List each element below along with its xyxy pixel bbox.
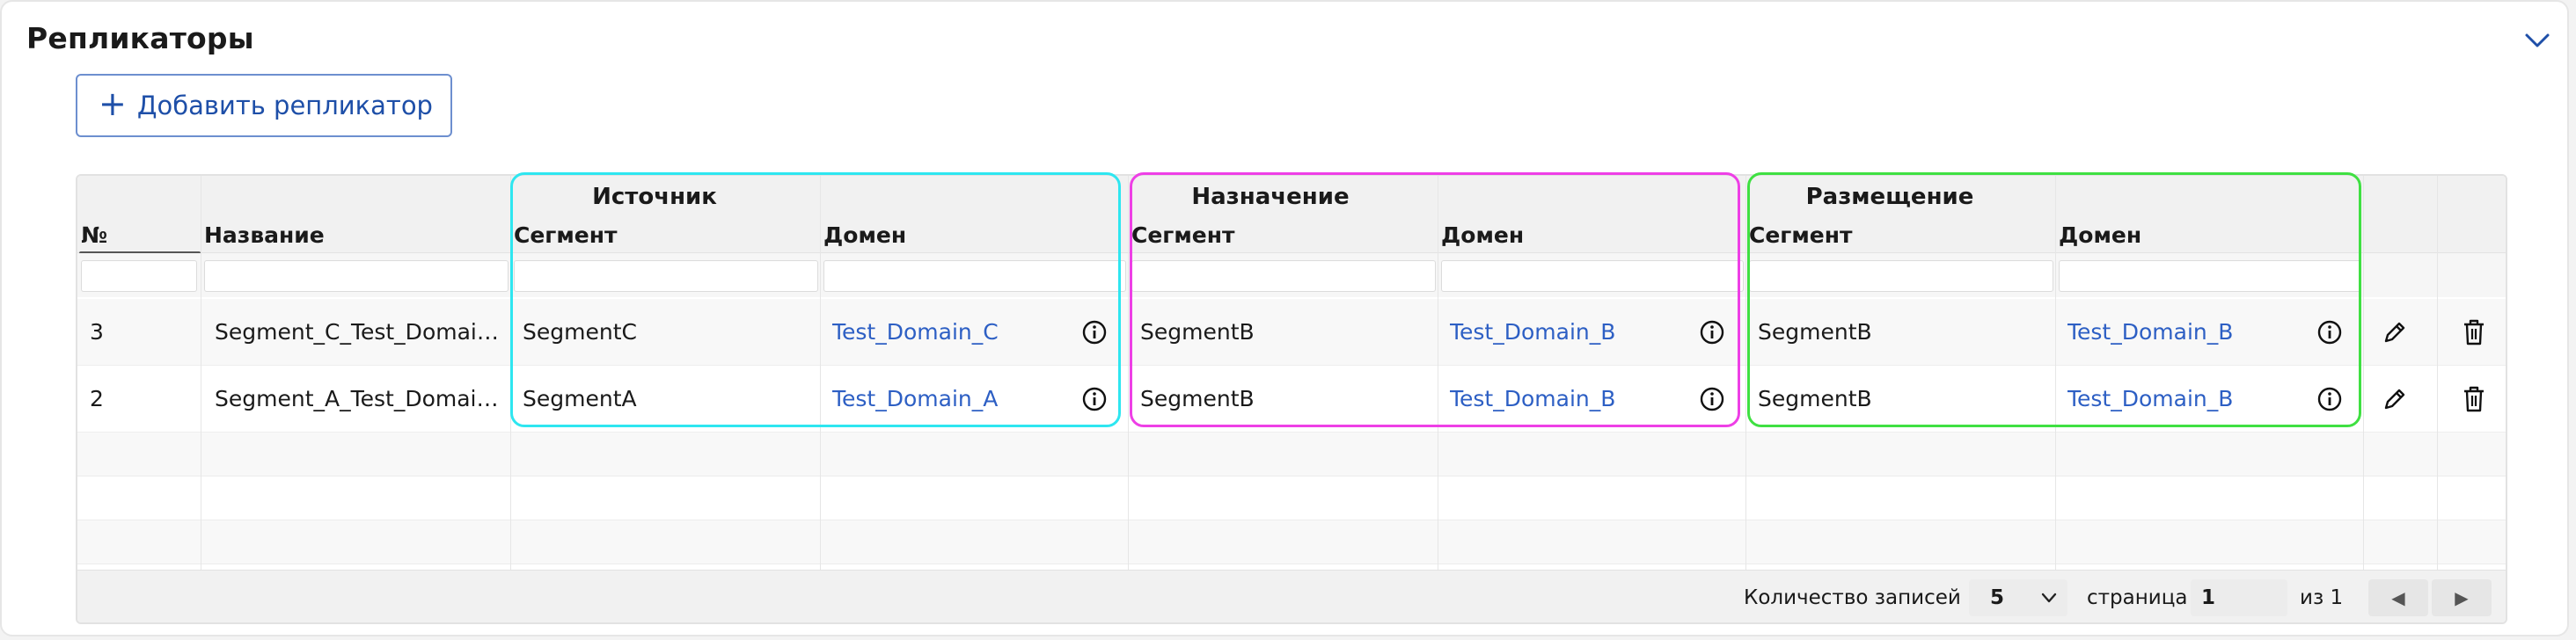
empty-row bbox=[77, 520, 2506, 564]
filter-placement-segment-input[interactable] bbox=[1749, 260, 2053, 292]
cell-name: Segment_C_Test_Domain_C bbox=[215, 319, 505, 345]
cell-destination-domain-link[interactable]: Test_Domain_B bbox=[1450, 366, 1696, 433]
page-label: страница bbox=[2087, 586, 2188, 609]
filter-source-domain-input[interactable] bbox=[823, 260, 1126, 292]
info-icon[interactable] bbox=[2317, 320, 2342, 345]
column-destination-segment[interactable]: Сегмент bbox=[1131, 218, 1235, 253]
column-num[interactable]: № bbox=[81, 218, 107, 253]
triangle-left-icon: ◀ bbox=[2391, 587, 2405, 608]
cell-destination-segment: SegmentB bbox=[1140, 319, 1255, 345]
empty-row bbox=[77, 476, 2506, 520]
page-size-select[interactable]: 5 bbox=[1969, 579, 2067, 616]
replicators-panel: Репликаторы + Добавить репликатор Источн… bbox=[0, 0, 2569, 636]
chevron-down-icon bbox=[2525, 33, 2550, 47]
chevron-down-icon bbox=[2041, 593, 2057, 603]
column-separator bbox=[2437, 176, 2438, 622]
filter-num-input[interactable] bbox=[81, 260, 197, 292]
cell-destination-segment: SegmentB bbox=[1140, 386, 1255, 411]
add-replicator-button[interactable]: + Добавить репликатор bbox=[76, 74, 452, 137]
info-icon[interactable] bbox=[1700, 320, 1724, 345]
cell-num: 3 bbox=[90, 319, 104, 345]
group-header-row: Источник Назначение Размещение bbox=[77, 176, 2506, 218]
info-icon[interactable] bbox=[2317, 387, 2342, 411]
cell-name: Segment_A_Test_Domain_A bbox=[215, 386, 505, 411]
filter-placement-domain-input[interactable] bbox=[2059, 260, 2361, 292]
filter-row bbox=[77, 253, 2506, 297]
column-name[interactable]: Название bbox=[204, 218, 325, 253]
cell-source-domain-link[interactable]: Test_Domain_A bbox=[832, 366, 1079, 433]
column-separator bbox=[1128, 176, 1129, 622]
column-separator bbox=[2363, 176, 2364, 622]
group-placement: Размещение bbox=[1805, 184, 1974, 210]
empty-row bbox=[77, 433, 2506, 476]
trash-icon bbox=[2464, 386, 2484, 412]
pencil-icon bbox=[2384, 322, 2405, 343]
column-separator bbox=[2055, 176, 2056, 622]
pagination-bar: Количество записей 5 страница 1 из 1 ◀ ▶ bbox=[77, 570, 2506, 622]
cell-placement-domain-link[interactable]: Test_Domain_B bbox=[2067, 299, 2314, 366]
group-source: Источник bbox=[592, 184, 717, 210]
replicators-table: Источник Назначение Размещение № Названи… bbox=[76, 174, 2507, 624]
cell-source-domain-link[interactable]: Test_Domain_C bbox=[832, 299, 1079, 366]
cell-source-segment: SegmentC bbox=[523, 319, 637, 345]
column-separator bbox=[510, 176, 511, 622]
pencil-icon bbox=[2384, 389, 2405, 410]
edit-button[interactable] bbox=[2379, 383, 2411, 415]
column-source-segment[interactable]: Сегмент bbox=[514, 218, 618, 253]
delete-button[interactable] bbox=[2458, 383, 2490, 415]
filter-name-input[interactable] bbox=[204, 260, 509, 292]
plus-icon: + bbox=[99, 84, 127, 123]
add-replicator-label: Добавить репликатор bbox=[136, 91, 433, 120]
edit-button[interactable] bbox=[2379, 316, 2411, 348]
column-placement-segment[interactable]: Сегмент bbox=[1749, 218, 1853, 253]
cell-placement-segment: SegmentB bbox=[1758, 386, 1872, 411]
info-icon[interactable] bbox=[1082, 387, 1107, 411]
info-icon[interactable] bbox=[1700, 387, 1724, 411]
next-page-button[interactable]: ▶ bbox=[2432, 579, 2492, 616]
prev-page-button[interactable]: ◀ bbox=[2368, 579, 2428, 616]
info-icon[interactable] bbox=[1082, 320, 1107, 345]
cell-num: 2 bbox=[90, 386, 104, 411]
table-row[interactable]: 3 Segment_C_Test_Domain_C SegmentC Test_… bbox=[77, 299, 2506, 366]
collapse-button[interactable] bbox=[2520, 23, 2555, 58]
delete-button[interactable] bbox=[2458, 316, 2490, 348]
filter-destination-segment-input[interactable] bbox=[1131, 260, 1436, 292]
cell-source-segment: SegmentA bbox=[523, 386, 637, 411]
column-source-domain[interactable]: Домен bbox=[823, 218, 906, 253]
cell-destination-domain-link[interactable]: Test_Domain_B bbox=[1450, 299, 1696, 366]
group-destination: Назначение bbox=[1191, 184, 1350, 210]
cell-placement-domain-link[interactable]: Test_Domain_B bbox=[2067, 366, 2314, 433]
column-separator bbox=[1745, 176, 1746, 622]
column-destination-domain[interactable]: Домен bbox=[1441, 218, 1524, 253]
trash-icon bbox=[2464, 319, 2484, 345]
column-separator bbox=[820, 176, 821, 622]
triangle-right-icon: ▶ bbox=[2455, 587, 2469, 608]
filter-destination-domain-input[interactable] bbox=[1441, 260, 1744, 292]
page-total-label: из 1 bbox=[2300, 586, 2344, 609]
records-count-label: Количество записей bbox=[1744, 586, 1961, 609]
column-header-row: № Название Сегмент Домен Сегмент Домен С… bbox=[77, 218, 2506, 253]
page-number-input[interactable]: 1 bbox=[2191, 579, 2287, 616]
column-placement-domain[interactable]: Домен bbox=[2059, 218, 2141, 253]
page-size-value: 5 bbox=[1990, 586, 2005, 609]
table-row[interactable]: 2 Segment_A_Test_Domain_A SegmentA Test_… bbox=[77, 366, 2506, 433]
filter-source-segment-input[interactable] bbox=[514, 260, 818, 292]
panel-title: Репликаторы bbox=[26, 21, 254, 55]
cell-placement-segment: SegmentB bbox=[1758, 319, 1872, 345]
